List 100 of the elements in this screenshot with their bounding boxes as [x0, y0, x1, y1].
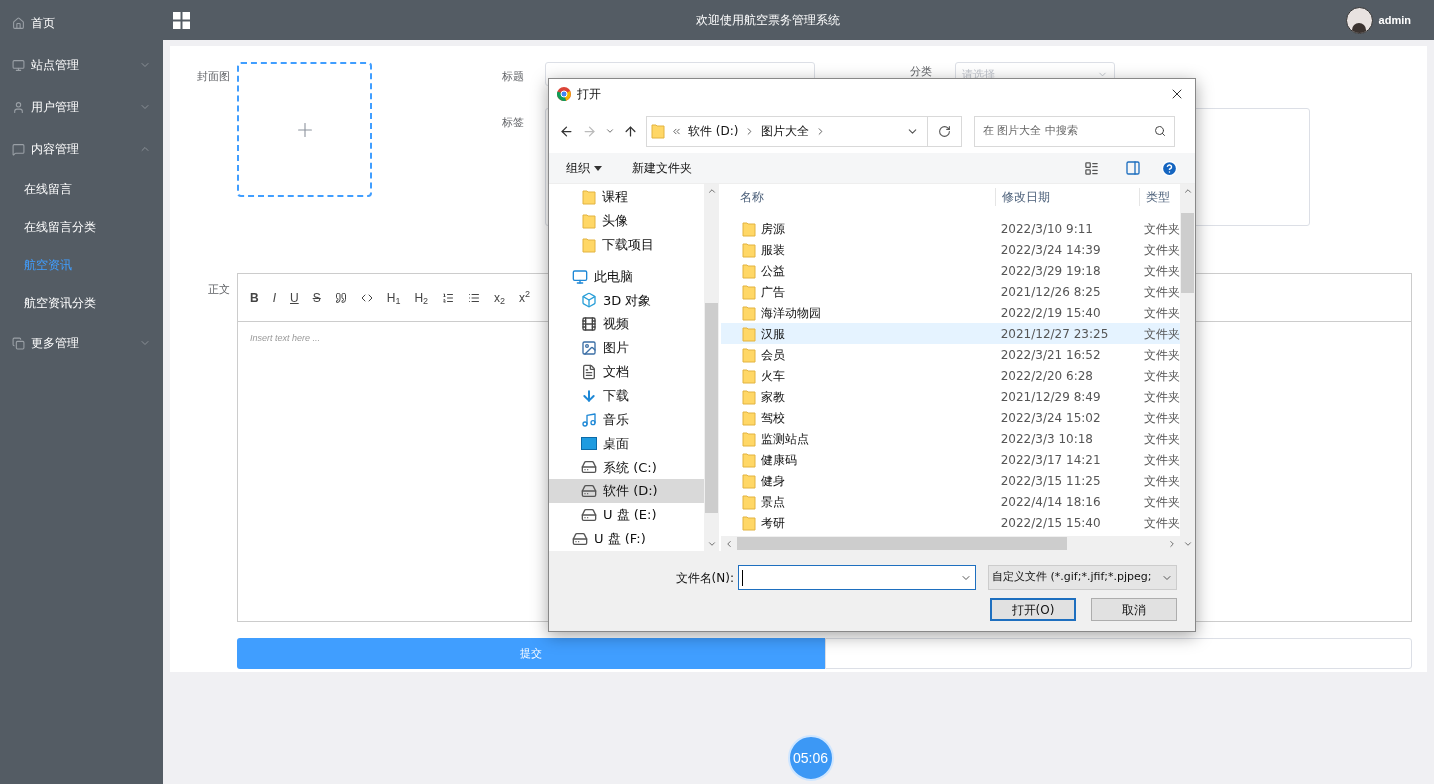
- file-row[interactable]: 考研 2022/2/15 15:40 文件夹: [721, 512, 1180, 533]
- menu-item[interactable]: 更多管理: [0, 322, 163, 364]
- submenu-item[interactable]: 在线留言分类: [0, 208, 163, 246]
- column-header[interactable]: 修改日期: [996, 188, 1140, 206]
- view-icon[interactable]: [1084, 160, 1099, 176]
- toolbar-button[interactable]: H$_{1}$: [382, 288, 405, 307]
- user-avatar[interactable]: [1345, 6, 1373, 34]
- chevron-down-icon[interactable]: [605, 126, 615, 136]
- nav-item[interactable]: U 盘 (E:): [549, 503, 704, 528]
- search-field[interactable]: 在 图片大全 中搜索: [974, 115, 1175, 147]
- nav-item[interactable]: 音乐: [549, 407, 704, 432]
- toolbar-button[interactable]: I: [268, 288, 280, 307]
- address-bar[interactable]: 软件 (D:) 图片大全: [646, 115, 928, 147]
- file-row[interactable]: 房源 2022/3/10 9:11 文件夹: [721, 218, 1180, 239]
- column-header[interactable]: 名称: [721, 188, 996, 206]
- path-segment[interactable]: 软件 (D:): [688, 122, 739, 140]
- submenu-item[interactable]: 在线留言: [0, 170, 163, 208]
- scroll-up-icon[interactable]: [706, 186, 717, 196]
- scrollbar[interactable]: [1180, 184, 1195, 551]
- file-type: 文件夹: [1143, 346, 1180, 364]
- scroll-down-icon[interactable]: [706, 539, 717, 549]
- toolbar-button[interactable]: U: [286, 288, 303, 307]
- file-row[interactable]: 服装 2022/3/24 14:39 文件夹: [721, 239, 1180, 260]
- file-row[interactable]: 汉服 2021/12/27 23:25 文件夹: [721, 323, 1180, 344]
- file-name: 家教: [761, 388, 785, 406]
- nav-item[interactable]: 桌面: [549, 431, 704, 456]
- scrollbar-thumb[interactable]: [1181, 212, 1194, 293]
- toolbar-button[interactable]: H$_{2}$: [410, 288, 433, 307]
- file-row[interactable]: 监测站点 2022/3/3 10:18 文件夹: [721, 428, 1180, 449]
- scrollbar-thumb[interactable]: [705, 302, 718, 513]
- up-icon[interactable]: [623, 123, 638, 139]
- nav-item[interactable]: 头像: [549, 208, 704, 233]
- scroll-left-icon[interactable]: [724, 538, 734, 549]
- file-name: 汉服: [761, 325, 785, 343]
- toolbar-button[interactable]: S: [308, 288, 325, 307]
- toolbar-button[interactable]: x$^{2}$: [515, 288, 535, 307]
- scrollbar[interactable]: [704, 184, 719, 551]
- menu-item[interactable]: 用户管理: [0, 86, 163, 128]
- submenu-item[interactable]: 航空资讯分类: [0, 284, 163, 322]
- grid-icon[interactable]: [173, 11, 190, 29]
- nav-item[interactable]: 下载项目: [549, 232, 704, 257]
- menu-item[interactable]: 内容管理: [0, 128, 163, 170]
- organize-button[interactable]: 组织: [566, 159, 602, 177]
- filename-field[interactable]: [738, 565, 976, 590]
- nav-item[interactable]: 图片: [549, 336, 704, 360]
- scroll-down-icon[interactable]: [1182, 539, 1193, 549]
- file-date: 2022/3/17 14:21: [999, 451, 1102, 469]
- scroll-right-icon[interactable]: [1167, 538, 1177, 549]
- help-icon[interactable]: [1161, 159, 1178, 177]
- tags-label: 标签: [502, 115, 525, 130]
- nav-item[interactable]: U 盘 (F:): [549, 527, 704, 551]
- nav-item[interactable]: 课程: [549, 185, 704, 209]
- menu-item[interactable]: 首页: [0, 2, 163, 44]
- drive-icon: [572, 530, 588, 547]
- folder-icon: [742, 472, 756, 489]
- file-row[interactable]: 公益 2022/3/29 19:18 文件夹: [721, 260, 1180, 281]
- nav-item[interactable]: 此电脑: [549, 264, 704, 289]
- toolbar-button[interactable]: x$_{2}$: [490, 288, 510, 307]
- file-row[interactable]: 驾校 2022/3/24 15:02 文件夹: [721, 407, 1180, 428]
- refresh-button[interactable]: [928, 115, 962, 147]
- nav-item[interactable]: 下载: [549, 383, 704, 408]
- computer-icon: [572, 268, 588, 285]
- menu-item[interactable]: 站点管理: [0, 44, 163, 86]
- document-icon: [581, 363, 597, 380]
- copy-icon: [12, 336, 25, 350]
- nav-item[interactable]: 3D 对象: [549, 288, 704, 313]
- forward-icon[interactable]: [582, 123, 597, 139]
- column-header[interactable]: 类型: [1140, 188, 1170, 206]
- music-icon: [581, 411, 597, 428]
- file-row[interactable]: 海洋动物园 2022/2/19 15:40 文件夹: [721, 302, 1180, 323]
- nav-item[interactable]: 视频: [549, 312, 704, 337]
- upload-box[interactable]: [237, 62, 372, 197]
- file-row[interactable]: 景点 2022/4/14 18:16 文件夹: [721, 491, 1180, 512]
- drive-icon: [581, 483, 597, 500]
- file-row[interactable]: 火车 2022/2/20 6:28 文件夹: [721, 365, 1180, 386]
- new-folder-button[interactable]: 新建文件夹: [632, 159, 692, 177]
- drive-icon: [581, 459, 597, 476]
- path-segment[interactable]: 图片大全: [761, 122, 810, 140]
- file-row[interactable]: 会员 2022/3/21 16:52 文件夹: [721, 344, 1180, 365]
- toolbar-button[interactable]: B: [246, 288, 263, 307]
- folder-icon: [742, 451, 756, 468]
- scrollbar-thumb[interactable]: [737, 537, 1067, 550]
- file-name: 会员: [761, 346, 785, 364]
- back-icon[interactable]: [559, 123, 574, 139]
- file-type-select[interactable]: 自定义文件 (*.gif;*.jfif;*.pjpeg;: [988, 565, 1177, 590]
- file-row[interactable]: 广告 2021/12/26 8:25 文件夹: [721, 281, 1180, 302]
- user-name[interactable]: admin: [1378, 11, 1411, 29]
- cancel-button[interactable]: 取消: [1091, 598, 1177, 621]
- horizontal-scrollbar[interactable]: [721, 536, 1180, 551]
- scroll-up-icon[interactable]: [1182, 186, 1193, 196]
- preview-pane-icon[interactable]: [1125, 160, 1141, 176]
- nav-item[interactable]: 系统 (C:): [549, 455, 704, 480]
- download-icon: [581, 387, 597, 404]
- file-row[interactable]: 健身 2022/3/15 11:25 文件夹: [721, 470, 1180, 491]
- file-date: 2022/3/21 16:52: [999, 346, 1102, 364]
- file-row[interactable]: 家教 2021/12/29 8:49 文件夹: [721, 386, 1180, 407]
- file-row[interactable]: 健康码 2022/3/17 14:21 文件夹: [721, 449, 1180, 470]
- nav-item[interactable]: 文档: [549, 360, 704, 384]
- nav-item[interactable]: 软件 (D:): [549, 479, 704, 504]
- open-button[interactable]: 打开(O): [990, 598, 1076, 621]
